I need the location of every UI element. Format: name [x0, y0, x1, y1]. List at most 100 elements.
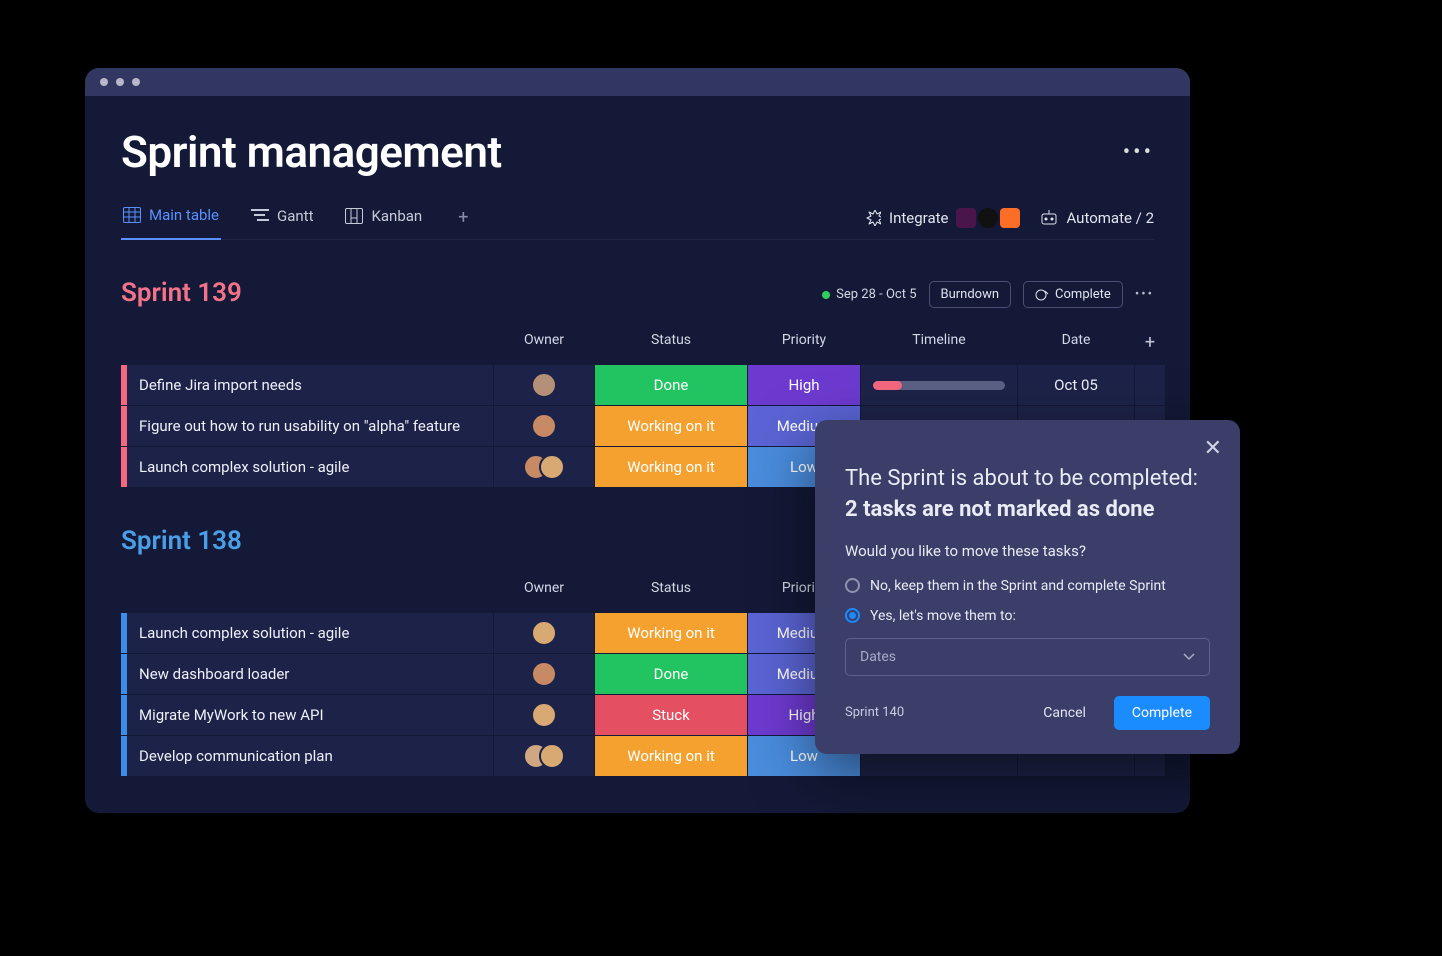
- radio-label: No, keep them in the Sprint and complete…: [870, 578, 1166, 594]
- table-row: Define Jira import needs DoneHigh Oct 05: [121, 365, 1154, 406]
- date-cell[interactable]: Oct 05: [1018, 365, 1134, 406]
- add-view-button[interactable]: +: [452, 203, 474, 232]
- task-name: Develop communication plan: [139, 747, 333, 765]
- status-cell[interactable]: Working on it: [595, 613, 747, 654]
- status-cell[interactable]: Done: [595, 365, 747, 406]
- task-cell[interactable]: Launch complex solution - agile: [121, 447, 493, 488]
- avatar: [531, 413, 557, 439]
- automate-label: Automate / 2: [1066, 209, 1154, 227]
- group-stripe: [121, 613, 127, 654]
- task-cell[interactable]: Launch complex solution - agile: [121, 613, 493, 654]
- next-sprint-label: Sprint 140: [845, 705, 904, 720]
- task-cell[interactable]: Figure out how to run usability on "alph…: [121, 406, 493, 447]
- avatar: [531, 372, 557, 398]
- owner-cell[interactable]: [494, 654, 594, 695]
- tab-main-table[interactable]: Main table: [121, 196, 221, 240]
- avatar: [539, 454, 565, 480]
- target-sprint-select[interactable]: Dates: [845, 638, 1210, 676]
- tab-label: Kanban: [371, 207, 422, 225]
- window-titlebar: [85, 68, 1190, 96]
- owner-cell[interactable]: [494, 695, 594, 736]
- radio-icon: [845, 608, 860, 623]
- status-cell[interactable]: Done: [595, 654, 747, 695]
- min-dot-icon[interactable]: [116, 78, 124, 86]
- owner-cell[interactable]: [494, 365, 594, 406]
- owner-cell[interactable]: [494, 406, 594, 447]
- group-stripe: [121, 736, 127, 777]
- status-cell[interactable]: Stuck: [595, 695, 747, 736]
- priority-cell[interactable]: High: [748, 365, 860, 406]
- col-owner[interactable]: Owner: [494, 332, 594, 361]
- cancel-button[interactable]: Cancel: [1029, 696, 1100, 730]
- sprint-more-icon[interactable]: •••: [1135, 287, 1154, 302]
- integration-apps: [956, 208, 1020, 228]
- integrate-button[interactable]: Integrate: [865, 208, 1020, 228]
- task-cell[interactable]: New dashboard loader: [121, 654, 493, 695]
- col-status[interactable]: Status: [595, 580, 747, 609]
- group-stripe: [121, 365, 127, 406]
- gitlab-icon: [1000, 208, 1020, 228]
- col-timeline[interactable]: Timeline: [861, 332, 1017, 361]
- modal-title-line1: The Sprint is about to be completed:: [845, 464, 1210, 495]
- complete-sprint-modal: ✕ The Sprint is about to be completed: 2…: [815, 420, 1240, 754]
- add-column-button[interactable]: +: [1135, 332, 1165, 361]
- integrate-label: Integrate: [889, 209, 948, 227]
- complete-icon: [1035, 289, 1049, 301]
- close-icon[interactable]: ✕: [1204, 436, 1222, 461]
- radio-label: Yes, let's move them to:: [870, 608, 1016, 624]
- radio-option-yes[interactable]: Yes, let's move them to:: [845, 608, 1210, 624]
- modal-question: Would you like to move these tasks?: [845, 542, 1210, 560]
- col-status[interactable]: Status: [595, 332, 747, 361]
- task-name: New dashboard loader: [139, 665, 289, 683]
- group-stripe: [121, 695, 127, 736]
- task-name: Figure out how to run usability on "alph…: [139, 417, 460, 435]
- column-headers: Owner Status Priority Timeline Date +: [121, 332, 1154, 361]
- task-name: Launch complex solution - agile: [139, 624, 349, 642]
- complete-button[interactable]: Complete: [1114, 696, 1210, 730]
- sprint-title[interactable]: Sprint 138: [121, 526, 242, 556]
- owner-cell[interactable]: [494, 736, 594, 777]
- timeline-cell[interactable]: [861, 365, 1017, 406]
- tab-kanban[interactable]: Kanban: [343, 197, 424, 239]
- status-cell[interactable]: Working on it: [595, 736, 747, 777]
- col-owner[interactable]: Owner: [494, 580, 594, 609]
- radio-option-no[interactable]: No, keep them in the Sprint and complete…: [845, 578, 1210, 594]
- task-name: Launch complex solution - agile: [139, 458, 349, 476]
- view-tabs: Main table Gantt Kanban +: [121, 196, 474, 239]
- group-stripe: [121, 654, 127, 695]
- owner-cell[interactable]: [494, 447, 594, 488]
- robot-icon: [1040, 210, 1058, 226]
- task-cell[interactable]: Develop communication plan: [121, 736, 493, 777]
- active-dot-icon: [822, 291, 830, 299]
- task-cell[interactable]: Define Jira import needs: [121, 365, 493, 406]
- tab-label: Gantt: [277, 207, 313, 225]
- task-name: Define Jira import needs: [139, 376, 302, 394]
- group-stripe: [121, 447, 127, 488]
- sprint-title[interactable]: Sprint 139: [121, 278, 242, 308]
- task-cell[interactable]: Migrate MyWork to new API: [121, 695, 493, 736]
- avatar: [531, 702, 557, 728]
- owner-cell[interactable]: [494, 613, 594, 654]
- col-priority[interactable]: Priority: [748, 332, 860, 361]
- max-dot-icon[interactable]: [132, 78, 140, 86]
- status-cell[interactable]: Working on it: [595, 406, 747, 447]
- github-icon: [978, 208, 998, 228]
- modal-title-line2: 2 tasks are not marked as done: [845, 497, 1210, 522]
- burndown-button[interactable]: Burndown: [929, 281, 1012, 308]
- blank-cell: [1135, 365, 1165, 406]
- group-stripe: [121, 406, 127, 447]
- avatar: [531, 620, 557, 646]
- avatar: [539, 743, 565, 769]
- table-icon: [123, 207, 141, 223]
- select-placeholder: Dates: [860, 649, 896, 665]
- page-more-icon[interactable]: •••: [1123, 140, 1154, 165]
- col-date[interactable]: Date: [1018, 332, 1134, 361]
- avatar: [531, 661, 557, 687]
- slack-icon: [956, 208, 976, 228]
- complete-sprint-button[interactable]: Complete: [1023, 281, 1123, 308]
- close-dot-icon[interactable]: [100, 78, 108, 86]
- tab-gantt[interactable]: Gantt: [249, 197, 315, 239]
- automate-button[interactable]: Automate / 2: [1040, 209, 1154, 227]
- task-name: Migrate MyWork to new API: [139, 706, 324, 724]
- status-cell[interactable]: Working on it: [595, 447, 747, 488]
